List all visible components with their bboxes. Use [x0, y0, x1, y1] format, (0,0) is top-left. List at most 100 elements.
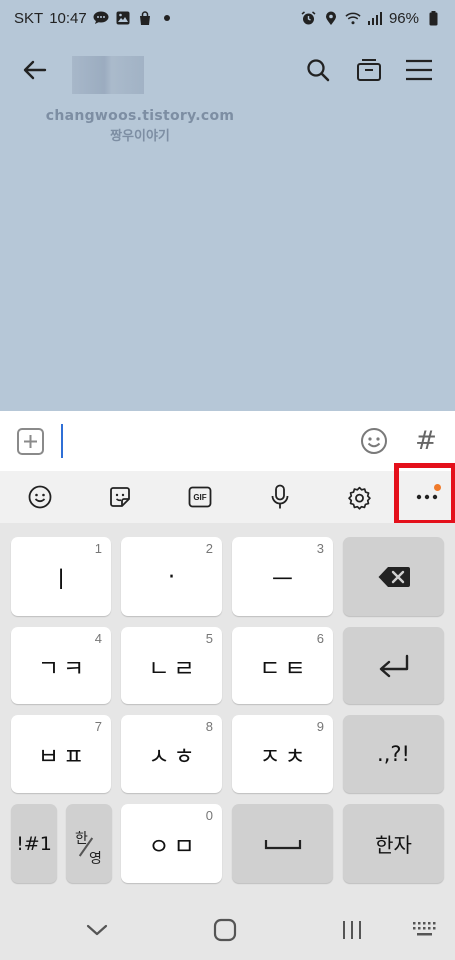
key-label: ㄷㅌ	[259, 655, 310, 682]
drawer-icon	[357, 59, 381, 81]
key-number: 2	[205, 541, 213, 556]
key-label: ㅂㅍ	[37, 744, 89, 770]
key-label: ㅇㅁ	[148, 833, 199, 860]
message-input-bar: #	[0, 411, 455, 471]
language-toggle-key[interactable]: 한 영	[66, 804, 112, 883]
wifi-icon	[345, 10, 361, 26]
key-label: ㅣ	[50, 566, 76, 593]
key-number: 5	[205, 631, 213, 646]
chat-header	[0, 36, 455, 108]
space-key[interactable]	[232, 804, 333, 883]
settings-icon	[347, 486, 371, 510]
key-label: ·	[167, 563, 180, 590]
emoticon-button[interactable]	[360, 427, 388, 455]
home-button[interactable]	[205, 913, 245, 947]
keyboard-switch-button[interactable]	[405, 913, 445, 947]
search-icon	[307, 59, 330, 82]
annotation-highlight-box	[394, 463, 455, 525]
chat-icon	[93, 10, 109, 26]
gif-label: GIF	[193, 492, 207, 502]
symbols-key[interactable]: !#1	[11, 804, 57, 883]
key-2[interactable]: 2 ·	[121, 537, 222, 616]
korean-keypad: 1 ㅣ 2 · 3 ㅡ 4 ㄱㅋ 5 ㄴㄹ 6 ㄷㅌ 7 ㅂㅍ 8 ㅅㅎ 9 ㅈ…	[0, 523, 455, 960]
watermark-title: 짱우이야기	[110, 129, 170, 144]
drawer-button[interactable]	[351, 52, 387, 88]
punctuation-key[interactable]: .,?!	[343, 715, 444, 793]
key-number: 6	[316, 631, 324, 646]
key-6[interactable]: 6 ㄷㅌ	[232, 627, 333, 704]
language-toggle-label: 한 영	[67, 814, 111, 874]
alarm-icon	[301, 10, 317, 26]
menu-icon	[406, 59, 432, 81]
enter-icon	[379, 654, 408, 677]
keyboard-icon	[413, 922, 436, 936]
kb-sticker-button[interactable]	[100, 479, 140, 515]
key-5[interactable]: 5 ㄴㄹ	[121, 627, 222, 704]
home-icon	[213, 918, 237, 942]
status-bar: SKT 10:47 96%	[0, 0, 455, 36]
key-4[interactable]: 4 ㄱㅋ	[11, 627, 111, 704]
gallery-icon	[115, 10, 131, 26]
time-label: 10:47	[49, 9, 87, 27]
emoji-icon	[28, 485, 52, 509]
key-label: ㅈㅊ	[259, 744, 310, 770]
punctuation-label: .,?!	[377, 742, 410, 766]
chat-room-name	[72, 56, 144, 94]
watermark-url: changwoos.tistory.com	[45, 108, 235, 124]
location-icon	[323, 10, 339, 26]
keyboard-toolbar: GIF	[0, 471, 455, 523]
key-label: ㄴㄹ	[148, 655, 199, 682]
key-number: 9	[316, 719, 324, 734]
key-number: 8	[205, 719, 213, 734]
key-label: ㅡ	[271, 566, 298, 593]
sticker-icon	[110, 487, 130, 507]
key-3[interactable]: 3 ㅡ	[232, 537, 333, 616]
mic-icon	[271, 484, 289, 509]
menu-button[interactable]	[401, 52, 437, 88]
search-button[interactable]	[300, 52, 336, 88]
space-icon	[264, 839, 301, 849]
battery-label: 96%	[388, 9, 419, 27]
battery-icon	[425, 10, 441, 26]
key-1[interactable]: 1 ㅣ	[11, 537, 111, 616]
key-8[interactable]: 8 ㅅㅎ	[121, 715, 222, 793]
kb-settings-button[interactable]	[339, 479, 379, 515]
hashtag-button[interactable]: #	[410, 421, 442, 461]
kb-gif-button[interactable]: GIF	[180, 479, 220, 515]
kb-voice-button[interactable]	[260, 479, 300, 515]
enter-key[interactable]	[343, 627, 444, 704]
back-button[interactable]	[17, 52, 53, 88]
attach-button[interactable]	[17, 428, 44, 455]
plus-icon	[24, 435, 37, 448]
arrow-left-icon	[23, 60, 47, 80]
recents-icon	[343, 921, 361, 939]
chevron-down-icon	[86, 924, 108, 936]
hide-keyboard-button[interactable]	[77, 913, 117, 947]
key-7[interactable]: 7 ㅂㅍ	[11, 715, 111, 793]
key-0[interactable]: 0 ㅇㅁ	[121, 804, 222, 883]
status-left: SKT 10:47	[14, 10, 175, 27]
message-input[interactable]	[61, 424, 63, 458]
dot-icon	[159, 10, 175, 26]
kb-emoji-button[interactable]	[20, 479, 60, 515]
backspace-icon	[378, 566, 410, 587]
backspace-key[interactable]	[343, 537, 444, 616]
hanja-key[interactable]: 한자	[343, 804, 444, 883]
status-right: 96%	[301, 10, 441, 27]
symbols-label: !#1	[16, 832, 52, 855]
bag-icon	[137, 10, 153, 26]
key-number: 4	[94, 631, 102, 646]
key-number: 3	[316, 541, 324, 556]
key-number: 1	[94, 541, 102, 556]
emoji-icon	[361, 428, 387, 454]
yeong-label: 영	[89, 850, 102, 867]
hanja-label: 한자	[375, 833, 412, 857]
recents-button[interactable]	[332, 913, 372, 947]
key-9[interactable]: 9 ㅈㅊ	[232, 715, 333, 793]
key-number: 0	[205, 808, 213, 823]
signal-icon	[367, 10, 383, 26]
key-label: ㅅㅎ	[148, 744, 199, 770]
watermark: changwoos.tistory.com 짱우이야기	[0, 108, 280, 144]
key-label: ㄱㅋ	[37, 655, 89, 682]
carrier-label: SKT	[14, 9, 44, 27]
